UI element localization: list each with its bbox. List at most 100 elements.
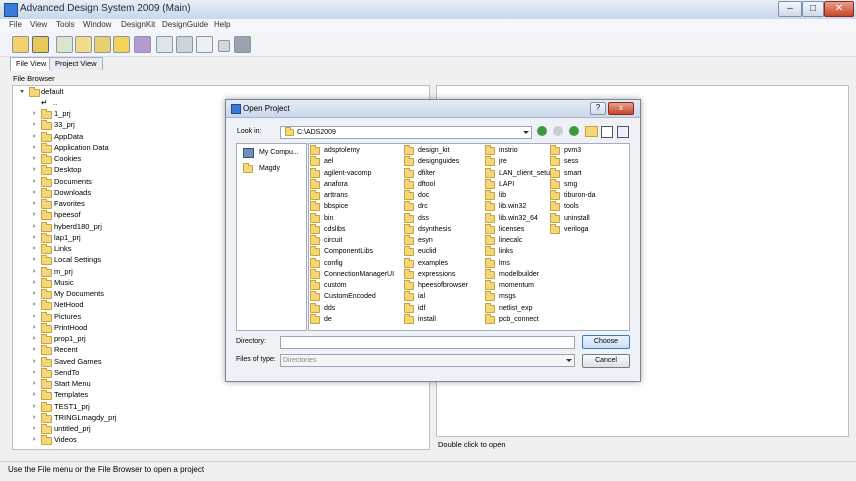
expand-icon[interactable] <box>33 414 36 419</box>
folder-icon <box>404 246 414 257</box>
folder-icon <box>310 313 320 324</box>
folder-icon <box>404 291 414 302</box>
new-design-icon[interactable] <box>56 36 73 53</box>
folder-icon <box>404 257 414 268</box>
detail-view-icon[interactable] <box>617 126 629 138</box>
folder-icon <box>550 212 560 223</box>
expand-icon[interactable] <box>33 369 36 374</box>
expand-icon[interactable] <box>33 437 36 442</box>
folder-icon <box>310 167 320 178</box>
files-of-type-combo[interactable]: Directories <box>280 354 575 367</box>
folder-icon <box>404 302 414 313</box>
archive-icon[interactable] <box>113 36 130 53</box>
folder-icon <box>404 280 414 290</box>
folder-list[interactable]: adsptolemy ael agilent-vacomp anafora arttra… <box>308 143 630 331</box>
menu-designkit[interactable]: DesignKit <box>121 20 155 29</box>
choose-button[interactable]: Choose <box>582 335 630 349</box>
menu-bar: File View Tools Window DesignKit DesignG… <box>0 19 856 32</box>
up-arrow-icon: ↵ <box>41 98 48 107</box>
new-folder-icon[interactable] <box>585 126 598 137</box>
expand-icon[interactable] <box>33 324 36 329</box>
expand-icon[interactable] <box>33 212 36 217</box>
expand-icon[interactable] <box>33 156 36 160</box>
minimize-button[interactable]: – <box>778 1 802 17</box>
expand-icon[interactable] <box>33 144 36 149</box>
expand-icon[interactable] <box>33 111 36 115</box>
data-display-icon[interactable] <box>196 36 213 53</box>
folder-icon <box>310 235 320 245</box>
folder-icon <box>485 280 495 290</box>
copy-design-icon[interactable] <box>94 36 111 53</box>
menu-window[interactable]: Window <box>83 20 111 29</box>
expand-icon[interactable] <box>33 268 36 273</box>
expand-icon[interactable] <box>33 291 36 295</box>
help-button[interactable]: ? <box>590 102 606 115</box>
maximize-button[interactable]: □ <box>802 1 824 17</box>
folder-icon <box>41 187 52 198</box>
expand-icon[interactable] <box>33 133 36 138</box>
list-view-icon[interactable] <box>601 126 613 138</box>
look-in-combo[interactable]: C:\ADS2009 <box>280 126 532 139</box>
folder-icon <box>404 190 414 200</box>
expand-icon[interactable] <box>33 426 36 430</box>
folder-icon <box>404 178 414 189</box>
expand-icon[interactable] <box>33 302 36 307</box>
expand-icon[interactable] <box>33 403 36 408</box>
folder-icon <box>485 178 495 189</box>
folder-icon <box>485 257 495 268</box>
tile-icon[interactable] <box>234 36 251 53</box>
folder-icon <box>41 210 52 221</box>
expand-icon[interactable] <box>33 313 36 318</box>
expand-icon[interactable] <box>33 223 36 228</box>
folder-icon <box>485 268 495 279</box>
tab-file-view[interactable]: File View <box>10 57 53 71</box>
folder-icon <box>310 212 320 223</box>
open-design-icon[interactable] <box>75 36 92 53</box>
back-icon[interactable] <box>537 126 547 136</box>
expand-icon[interactable] <box>33 122 36 127</box>
menu-help[interactable]: Help <box>214 20 230 29</box>
new-project-icon[interactable] <box>12 36 29 53</box>
dialog-close-button[interactable]: x <box>608 102 634 115</box>
expand-icon[interactable] <box>33 336 36 340</box>
folder-icon <box>404 212 414 223</box>
dialog-titlebar: Open Project ? x <box>226 100 640 118</box>
menu-designguide[interactable]: DesignGuide <box>162 20 208 29</box>
folder-icon <box>485 302 495 313</box>
tab-project-view[interactable]: Project View <box>49 57 103 70</box>
expand-icon[interactable] <box>33 279 36 284</box>
layout-icon[interactable] <box>176 36 193 53</box>
schematic-icon[interactable] <box>156 36 173 53</box>
expand-icon[interactable] <box>33 234 36 239</box>
forward-icon[interactable] <box>553 126 563 136</box>
menu-tools[interactable]: Tools <box>56 20 75 29</box>
expand-icon[interactable] <box>33 358 36 363</box>
folder-icon <box>550 145 560 155</box>
expand-icon[interactable] <box>33 257 36 262</box>
expand-icon[interactable] <box>33 246 36 250</box>
open-project-icon[interactable] <box>32 36 49 53</box>
folder-icon <box>485 235 495 245</box>
cancel-button[interactable]: Cancel <box>582 354 630 368</box>
folder-icon <box>41 390 52 401</box>
folder-icon <box>485 313 495 324</box>
directory-input[interactable] <box>280 336 575 349</box>
expand-icon[interactable] <box>33 167 36 172</box>
expand-icon[interactable] <box>33 392 36 397</box>
menu-view[interactable]: View <box>30 20 47 29</box>
folder-icon <box>41 244 52 254</box>
parent-folder-icon[interactable] <box>569 126 579 136</box>
menu-file[interactable]: File <box>9 20 22 29</box>
expand-icon[interactable] <box>33 201 36 205</box>
folder-icon <box>285 127 294 136</box>
cascade-icon[interactable] <box>218 40 230 52</box>
expand-icon[interactable] <box>33 189 36 194</box>
expand-icon[interactable] <box>33 347 36 352</box>
library-icon[interactable] <box>134 36 151 53</box>
folder-icon <box>404 201 414 212</box>
close-window-button[interactable]: ✕ <box>824 1 854 17</box>
expand-icon[interactable] <box>33 178 36 183</box>
collapse-icon[interactable] <box>20 90 24 93</box>
folder-icon <box>41 356 52 367</box>
expand-icon[interactable] <box>33 381 36 385</box>
